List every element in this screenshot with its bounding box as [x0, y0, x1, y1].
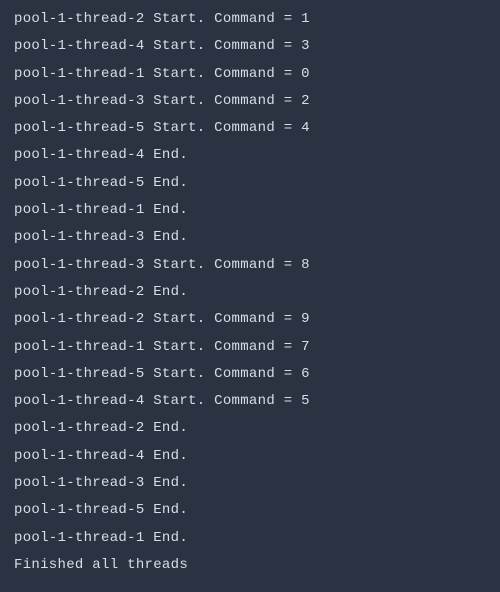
console-line: pool-1-thread-3 End. [14, 224, 486, 251]
console-line: pool-1-thread-2 Start. Command = 9 [14, 306, 486, 333]
console-line: pool-1-thread-2 End. [14, 415, 486, 442]
console-line: pool-1-thread-3 End. [14, 470, 486, 497]
console-line: pool-1-thread-5 End. [14, 170, 486, 197]
console-line: pool-1-thread-2 Start. Command = 1 [14, 6, 486, 33]
console-line: Finished all threads [14, 552, 486, 579]
console-output: pool-1-thread-2 Start. Command = 1 pool-… [14, 6, 486, 579]
console-line: pool-1-thread-4 Start. Command = 3 [14, 33, 486, 60]
console-line: pool-1-thread-1 Start. Command = 0 [14, 61, 486, 88]
console-line: pool-1-thread-4 Start. Command = 5 [14, 388, 486, 415]
console-line: pool-1-thread-3 Start. Command = 8 [14, 252, 486, 279]
console-line: pool-1-thread-4 End. [14, 443, 486, 470]
console-line: pool-1-thread-4 End. [14, 142, 486, 169]
console-line: pool-1-thread-5 Start. Command = 4 [14, 115, 486, 142]
console-line: pool-1-thread-2 End. [14, 279, 486, 306]
console-line: pool-1-thread-5 Start. Command = 6 [14, 361, 486, 388]
console-line: pool-1-thread-1 End. [14, 197, 486, 224]
console-line: pool-1-thread-1 End. [14, 525, 486, 552]
console-line: pool-1-thread-3 Start. Command = 2 [14, 88, 486, 115]
console-line: pool-1-thread-5 End. [14, 497, 486, 524]
console-line: pool-1-thread-1 Start. Command = 7 [14, 334, 486, 361]
